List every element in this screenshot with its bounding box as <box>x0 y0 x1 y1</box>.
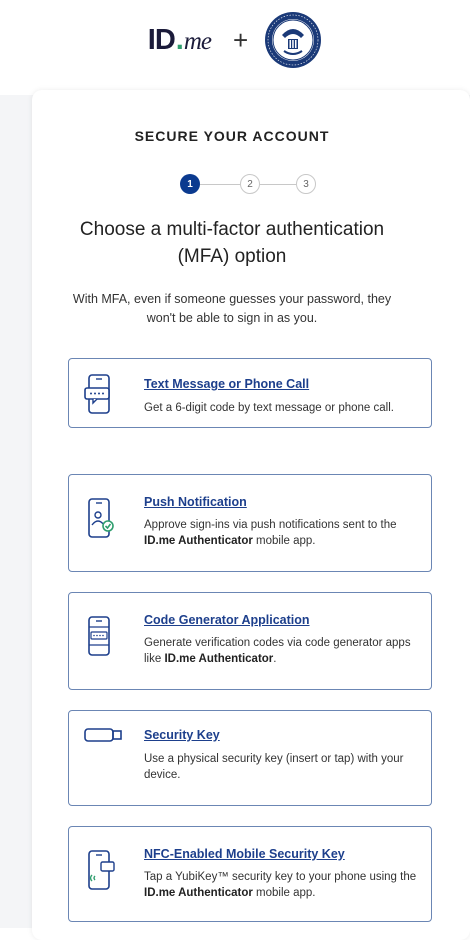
mfa-card: SECURE YOUR ACCOUNT 1 2 3 Choose a multi… <box>32 90 470 940</box>
page-title: Choose a multi-factor authentication (MF… <box>79 219 385 267</box>
idme-logo: ID. me <box>147 23 212 57</box>
option-push-notification[interactable]: Push Notification Approve sign-ins via p… <box>68 474 432 572</box>
step-connector <box>200 184 240 185</box>
option-desc-text: mobile app. <box>252 887 316 899</box>
page-description: With MFA, even if someone guesses your p… <box>72 292 392 325</box>
option-security-key[interactable]: Security Key Use a physical security key… <box>68 710 432 806</box>
nfc-phone-icon <box>88 850 115 890</box>
option-title[interactable]: NFC-Enabled Mobile Security Key <box>144 847 345 861</box>
header: ID. me + <box>0 0 470 80</box>
logo-dot: . <box>175 23 184 56</box>
phone-push-icon <box>88 498 114 538</box>
option-desc-text: Approve sign-ins via push notifications … <box>144 519 397 531</box>
phone-message-icon <box>84 374 110 414</box>
option-desc-bold: ID.me Authenticator <box>144 535 253 547</box>
step-2: 2 <box>240 174 260 194</box>
section-eyebrow: SECURE YOUR ACCOUNT <box>134 128 330 144</box>
step-1: 1 <box>180 174 200 194</box>
option-description: Get a 6-digit code by text message or ph… <box>144 400 419 416</box>
option-description: Generate verification codes via code gen… <box>144 635 419 667</box>
option-nfc-security-key[interactable]: NFC-Enabled Mobile Security Key Tap a Yu… <box>68 826 432 922</box>
step-connector <box>260 184 296 185</box>
option-code-generator[interactable]: Code Generator Application Generate veri… <box>68 592 432 690</box>
step-3: 3 <box>296 174 316 194</box>
option-title[interactable]: Code Generator Application <box>144 613 310 627</box>
option-title[interactable]: Security Key <box>144 728 220 742</box>
option-desc-bold: ID.me Authenticator <box>164 653 274 665</box>
option-description: Tap a YubiKey™ security key to your phon… <box>144 869 419 901</box>
option-desc-text: Tap a YubiKey™ security key to your phon… <box>144 871 417 883</box>
option-desc-bold: ID.me Authenticator <box>144 887 253 899</box>
option-desc-text: Get a 6-digit code by text message or ph… <box>144 402 394 414</box>
option-description: Use a physical security key (insert or t… <box>144 751 419 783</box>
security-key-icon <box>84 728 122 742</box>
ssa-seal-logo <box>265 12 322 68</box>
option-text-message[interactable]: Text Message or Phone Call Get a 6-digit… <box>68 358 432 428</box>
progress-steps: 1 2 3 <box>180 174 340 196</box>
option-desc-text: mobile app. <box>252 535 316 547</box>
phone-code-icon <box>88 616 110 656</box>
option-desc-text: Use a physical security key (insert or t… <box>144 753 404 781</box>
option-desc-text: . <box>273 653 277 665</box>
option-title[interactable]: Text Message or Phone Call <box>144 377 309 391</box>
plus-sign: + <box>233 24 249 55</box>
logo-me-text: me <box>183 27 212 55</box>
logo-id-text: ID <box>147 23 176 56</box>
option-description: Approve sign-ins via push notifications … <box>144 517 419 549</box>
option-title[interactable]: Push Notification <box>144 495 247 509</box>
